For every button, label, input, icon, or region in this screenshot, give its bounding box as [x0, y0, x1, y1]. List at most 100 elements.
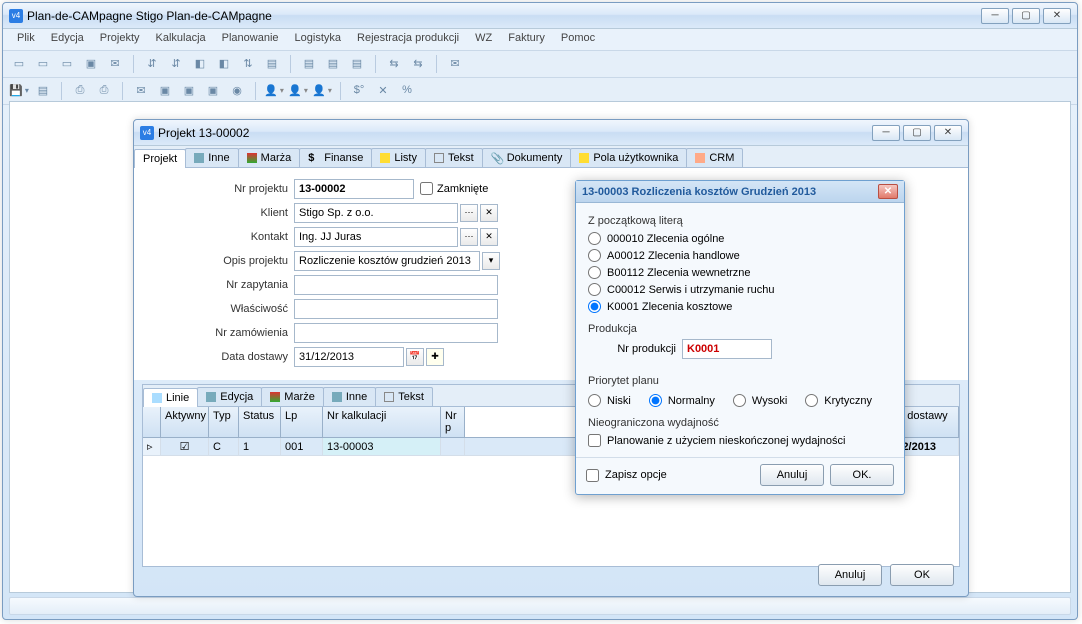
radio-normalny[interactable]: Normalny — [649, 392, 715, 409]
project-ok-button[interactable]: OK — [890, 564, 954, 586]
radio-000010[interactable]: 000010 Zlecenia ogólne — [588, 230, 892, 247]
toolbar-icon[interactable]: ▣ — [203, 80, 223, 100]
radio-c00012[interactable]: C00012 Serwis i utrzymanie ruchu — [588, 281, 892, 298]
checkbox-zapisz-opcje[interactable]: Zapisz opcje — [586, 467, 667, 484]
minimize-button[interactable]: ─ — [872, 125, 900, 141]
menu-planowanie[interactable]: Planowanie — [214, 29, 287, 50]
radio-krytyczny[interactable]: Krytyczny — [805, 392, 872, 409]
toolbar-icon[interactable]: ⎙ — [94, 80, 114, 100]
grid-col-status[interactable]: Status — [239, 407, 281, 437]
close-button[interactable]: ✕ — [1043, 8, 1071, 24]
print-icon[interactable]: ⎙ — [70, 80, 90, 100]
kontakt-clear-button[interactable]: ✕ — [480, 228, 498, 246]
klient-clear-button[interactable]: ✕ — [480, 204, 498, 222]
dialog-titlebar[interactable]: 13-00003 Rozliczenia kosztów Grudzień 20… — [576, 181, 904, 203]
menu-edycja[interactable]: Edycja — [43, 29, 92, 50]
toolbar-icon[interactable]: ⇵ — [166, 53, 186, 73]
toolbar-icon[interactable]: ✉ — [131, 80, 151, 100]
maximize-button[interactable]: ▢ — [903, 125, 931, 141]
radio-b00112[interactable]: B00112 Zlecenia wewnetrzne — [588, 264, 892, 281]
tab-tekst[interactable]: Tekst — [425, 148, 483, 167]
tab-finanse[interactable]: $Finanse — [299, 148, 372, 167]
toolbar-icon[interactable]: ✕ — [373, 80, 393, 100]
grid-tab-marze[interactable]: Marże — [261, 387, 324, 406]
toolbar-icon[interactable]: ⇵ — [142, 53, 162, 73]
menu-rejestracja[interactable]: Rejestracja produkcji — [349, 29, 467, 50]
grid-tab-tekst[interactable]: Tekst — [375, 387, 433, 406]
toolbar-icon[interactable]: ▤ — [299, 53, 319, 73]
klient-lookup-button[interactable]: ⋯ — [460, 204, 478, 222]
toolbar-icon[interactable]: ▣ — [155, 80, 175, 100]
person-icon[interactable]: 👤 — [288, 80, 308, 100]
grid-col-typ[interactable]: Typ — [209, 407, 239, 437]
toolbar-icon[interactable]: ◉ — [227, 80, 247, 100]
dialog-ok-button[interactable]: OK. — [830, 464, 894, 486]
input-nr-zamowienia[interactable] — [294, 323, 498, 343]
save-icon[interactable]: 💾 — [9, 80, 29, 100]
input-nr-produkcji[interactable] — [682, 339, 772, 359]
input-klient[interactable] — [294, 203, 458, 223]
calendar-button[interactable]: 📅 — [406, 348, 424, 366]
tab-projekt[interactable]: Projekt — [134, 149, 186, 168]
tab-listy[interactable]: Listy — [371, 148, 426, 167]
tab-inne[interactable]: Inne — [185, 148, 238, 167]
tab-pola[interactable]: Pola użytkownika — [570, 148, 687, 167]
kontakt-lookup-button[interactable]: ⋯ — [460, 228, 478, 246]
toolbar-icon[interactable]: ✉ — [105, 53, 125, 73]
grid-col-selector[interactable] — [143, 407, 161, 437]
dialog-close-button[interactable]: ✕ — [878, 184, 898, 199]
menu-pomoc[interactable]: Pomoc — [553, 29, 603, 50]
project-anuluj-button[interactable]: Anuluj — [818, 564, 882, 586]
radio-k0001[interactable]: K0001 Zlecenia kosztowe — [588, 298, 892, 315]
toolbar-icon[interactable]: ▤ — [323, 53, 343, 73]
grid-tab-edycja[interactable]: Edycja — [197, 387, 262, 406]
main-titlebar[interactable]: v4 Plan-de-CAMpagne Stigo Plan-de-CAMpag… — [3, 3, 1077, 29]
project-titlebar[interactable]: v4 Projekt 13-00002 ─ ▢ ✕ — [134, 120, 968, 146]
calendar-add-button[interactable]: ✚ — [426, 348, 444, 366]
toolbar-icon[interactable]: ▤ — [33, 80, 53, 100]
close-button[interactable]: ✕ — [934, 125, 962, 141]
grid-col-nrp[interactable]: Nr p — [441, 407, 465, 437]
menu-logistyka[interactable]: Logistyka — [287, 29, 349, 50]
toolbar-icon[interactable]: ▣ — [179, 80, 199, 100]
grid-col-aktywny[interactable]: Aktywny — [161, 407, 209, 437]
radio-wysoki[interactable]: Wysoki — [733, 392, 787, 409]
opis-dropdown-button[interactable]: ▾ — [482, 252, 500, 270]
toolbar-icon[interactable]: ◧ — [190, 53, 210, 73]
tab-dokumenty[interactable]: 📎Dokumenty — [482, 148, 572, 167]
input-data-dostawy[interactable] — [294, 347, 404, 367]
menu-plik[interactable]: Plik — [9, 29, 43, 50]
input-nr-zapytania[interactable] — [294, 275, 498, 295]
tab-marza[interactable]: Marża — [238, 148, 301, 167]
cell-aktywny[interactable]: ☑ — [161, 438, 209, 455]
grid-col-lp[interactable]: Lp — [281, 407, 323, 437]
toolbar-icon[interactable]: ✉ — [445, 53, 465, 73]
toolbar-icon[interactable]: ⇅ — [238, 53, 258, 73]
menu-wz[interactable]: WZ — [467, 29, 500, 50]
person-icon[interactable]: 👤 — [312, 80, 332, 100]
radio-a00012[interactable]: A00012 Zlecenia handlowe — [588, 247, 892, 264]
toolbar-icon[interactable]: ◧ — [214, 53, 234, 73]
toolbar-icon[interactable]: ▭ — [33, 53, 53, 73]
menu-projekty[interactable]: Projekty — [92, 29, 148, 50]
minimize-button[interactable]: ─ — [981, 8, 1009, 24]
input-wlasciwosc[interactable] — [294, 299, 498, 319]
cell-nrkalk[interactable]: 13-00003 — [323, 438, 441, 455]
toolbar-icon[interactable]: ▤ — [262, 53, 282, 73]
toolbar-icon[interactable]: ▤ — [347, 53, 367, 73]
toolbar-icon[interactable]: ▭ — [9, 53, 29, 73]
dialog-anuluj-button[interactable]: Anuluj — [760, 464, 824, 486]
grid-col-nrkalk[interactable]: Nr kalkulacji — [323, 407, 441, 437]
percent-icon[interactable]: % — [397, 80, 417, 100]
grid-tab-linie[interactable]: Linie — [143, 388, 198, 407]
radio-niski[interactable]: Niski — [588, 392, 631, 409]
maximize-button[interactable]: ▢ — [1012, 8, 1040, 24]
zamkniete-checkbox[interactable]: Zamknięte — [420, 182, 488, 195]
toolbar-icon[interactable]: $° — [349, 80, 369, 100]
toolbar-icon[interactable]: ⇆ — [408, 53, 428, 73]
menu-faktury[interactable]: Faktury — [500, 29, 553, 50]
toolbar-icon[interactable]: ▭ — [57, 53, 77, 73]
menu-kalkulacja[interactable]: Kalkulacja — [148, 29, 214, 50]
toolbar-icon[interactable]: ⇆ — [384, 53, 404, 73]
toolbar-icon[interactable]: ▣ — [81, 53, 101, 73]
